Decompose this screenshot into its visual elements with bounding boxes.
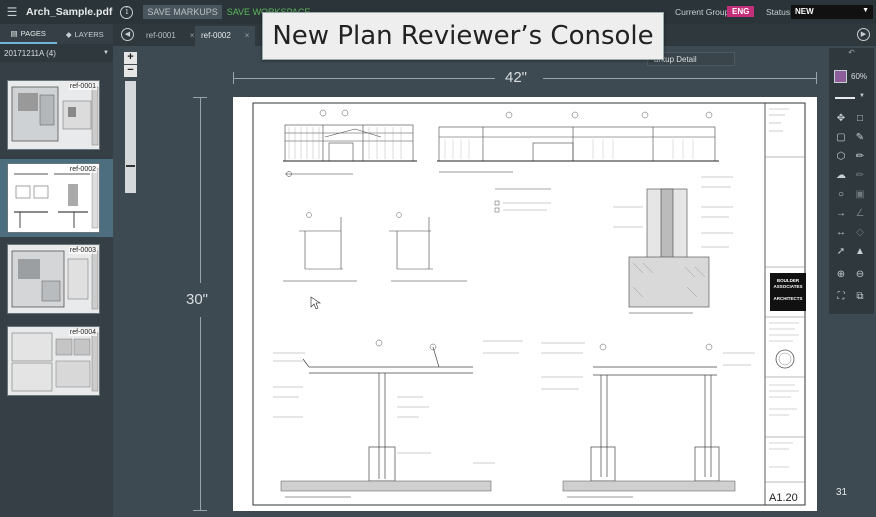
slide-title: New Plan Reviewer’s Console xyxy=(262,12,664,60)
line-style-select[interactable] xyxy=(835,97,855,99)
tab-pages[interactable]: ▤ PAGES xyxy=(0,24,57,44)
pen-icon[interactable]: ✎ xyxy=(853,131,867,145)
ellipse-icon[interactable]: ○ xyxy=(834,188,848,202)
firm-line: ASSOCIATES xyxy=(770,284,806,290)
tab-layers[interactable]: ◆ LAYERS xyxy=(57,24,114,44)
zoom-out-button[interactable]: − xyxy=(124,65,137,77)
angle-icon[interactable]: ∠ xyxy=(853,207,867,221)
doc-tab-label: ref-0001 xyxy=(146,31,176,40)
sheet-height-dimension: 30" xyxy=(190,97,212,511)
zoom-out-icon[interactable]: ⊖ xyxy=(853,268,867,282)
page-thumbnail-drawing xyxy=(8,245,100,314)
version-value: 20171211A (4) xyxy=(4,49,56,58)
page-thumbnail-1[interactable]: ref-0001 xyxy=(7,80,100,150)
page-thumbnail-3[interactable]: ref-0003 xyxy=(7,244,100,314)
page-thumbnail-label: ref-0001 xyxy=(69,83,97,90)
current-group-label: Current Group xyxy=(675,7,729,17)
tab-layers-label: LAYERS xyxy=(75,30,104,39)
polyline-icon[interactable]: ➚ xyxy=(834,245,848,259)
arrow-icon[interactable]: → xyxy=(834,207,848,221)
zoom-in-button[interactable]: + xyxy=(124,52,137,64)
status-label: Status xyxy=(766,7,790,17)
sheet-height-label: 30" xyxy=(186,291,208,308)
area-measure-icon[interactable]: ▣ xyxy=(853,188,867,202)
pages-icon: ▤ xyxy=(11,29,18,38)
page-thumbnail-drawing xyxy=(8,164,100,233)
page-thumbnail-2[interactable]: ref-0002 xyxy=(7,163,100,233)
zoom-slider-handle[interactable] xyxy=(126,165,135,167)
sheet-width-label: 42" xyxy=(505,69,527,86)
undo-icon[interactable]: ↶ xyxy=(829,48,874,60)
page-thumbnail-label: ref-0002 xyxy=(69,166,97,173)
chevron-down-icon[interactable]: ▼ xyxy=(859,93,865,99)
close-icon[interactable]: × xyxy=(245,31,250,40)
page-thumbnail-label: ref-0003 xyxy=(69,247,97,254)
page-thumbnail-4[interactable]: ref-0004 xyxy=(7,326,100,396)
slide-number: 31 xyxy=(836,487,847,498)
doc-tab-ref-0001[interactable]: ref-0001 × xyxy=(140,26,200,46)
pencil-icon[interactable]: ✏ xyxy=(853,150,867,164)
page-thumbnail-label: ref-0004 xyxy=(69,329,97,336)
comment-icon[interactable]: □ xyxy=(853,112,867,126)
compare-icon[interactable]: ⧉ xyxy=(853,290,867,304)
sheet-number: A1.20 xyxy=(769,492,798,504)
left-panel: ▤ PAGES ◆ LAYERS 20171211A (4) ▼ ref-000… xyxy=(0,24,113,517)
firm-line: ARCHITECTS xyxy=(770,296,806,302)
chevron-left-icon[interactable]: ◀ xyxy=(121,28,134,41)
status-select[interactable]: NEW ▼ xyxy=(791,5,873,19)
markup-toolbar: ↶ 60% ▼ ✥ □ ▢ ✎ ⬡ ✏ ☁ ✏ ○ ▣ → ∠ ↔ ◇ ➚ ▲ … xyxy=(829,48,874,314)
doc-tab-ref-0002[interactable]: ref-0002 × xyxy=(195,26,255,46)
fit-page-icon[interactable]: ⛶ xyxy=(834,290,848,304)
chevron-right-icon[interactable]: ▶ xyxy=(857,28,870,41)
info-icon[interactable]: i xyxy=(120,6,133,19)
save-markups-button[interactable]: SAVE MARKUPS xyxy=(143,5,221,19)
tab-pages-label: PAGES xyxy=(21,29,46,38)
color-swatch[interactable] xyxy=(834,70,847,83)
zoom-in-icon[interactable]: ⊕ xyxy=(834,268,848,282)
panel-tabs: ▤ PAGES ◆ LAYERS xyxy=(0,24,113,44)
close-icon[interactable]: × xyxy=(190,31,195,40)
doc-tab-label: ref-0002 xyxy=(201,31,231,40)
highlighter-icon[interactable]: ✏ xyxy=(853,169,867,183)
stamp-icon[interactable]: ▲ xyxy=(853,245,867,259)
architectural-drawing xyxy=(233,97,817,511)
diamond-icon[interactable]: ◇ xyxy=(853,226,867,240)
chevron-down-icon: ▼ xyxy=(103,50,109,56)
layers-icon: ◆ xyxy=(66,30,72,39)
app-window: ☰ Arch_Sample.pdf i SAVE MARKUPS SAVE WO… xyxy=(0,0,876,517)
version-select[interactable]: 20171211A (4) ▼ xyxy=(0,44,113,62)
cloud-icon[interactable]: ☁ xyxy=(834,169,848,183)
page-thumbnail-2-selected[interactable]: ref-0002 xyxy=(0,159,113,237)
sheet-width-dimension: 42" xyxy=(233,70,817,86)
status-value: NEW xyxy=(795,7,814,16)
dimension-icon[interactable]: ↔ xyxy=(834,226,848,240)
zoom-slider[interactable] xyxy=(125,81,136,193)
pan-icon[interactable]: ✥ xyxy=(834,112,848,126)
polygon-icon[interactable]: ⬡ xyxy=(834,150,848,164)
drawing-sheet[interactable]: BOULDER ASSOCIATES ARCHITECTS A1.20 xyxy=(233,97,817,511)
hamburger-menu-icon[interactable]: ☰ xyxy=(2,5,22,19)
opacity-value[interactable]: 60% xyxy=(851,72,867,81)
firm-logo: BOULDER ASSOCIATES ARCHITECTS xyxy=(770,273,806,311)
file-name: Arch_Sample.pdf xyxy=(26,6,112,18)
group-badge[interactable]: ENG xyxy=(727,6,754,17)
page-thumbnail-drawing xyxy=(8,327,100,396)
chevron-down-icon: ▼ xyxy=(862,7,869,14)
rectangle-icon[interactable]: ▢ xyxy=(834,131,848,145)
page-thumbnail-drawing xyxy=(8,81,100,150)
